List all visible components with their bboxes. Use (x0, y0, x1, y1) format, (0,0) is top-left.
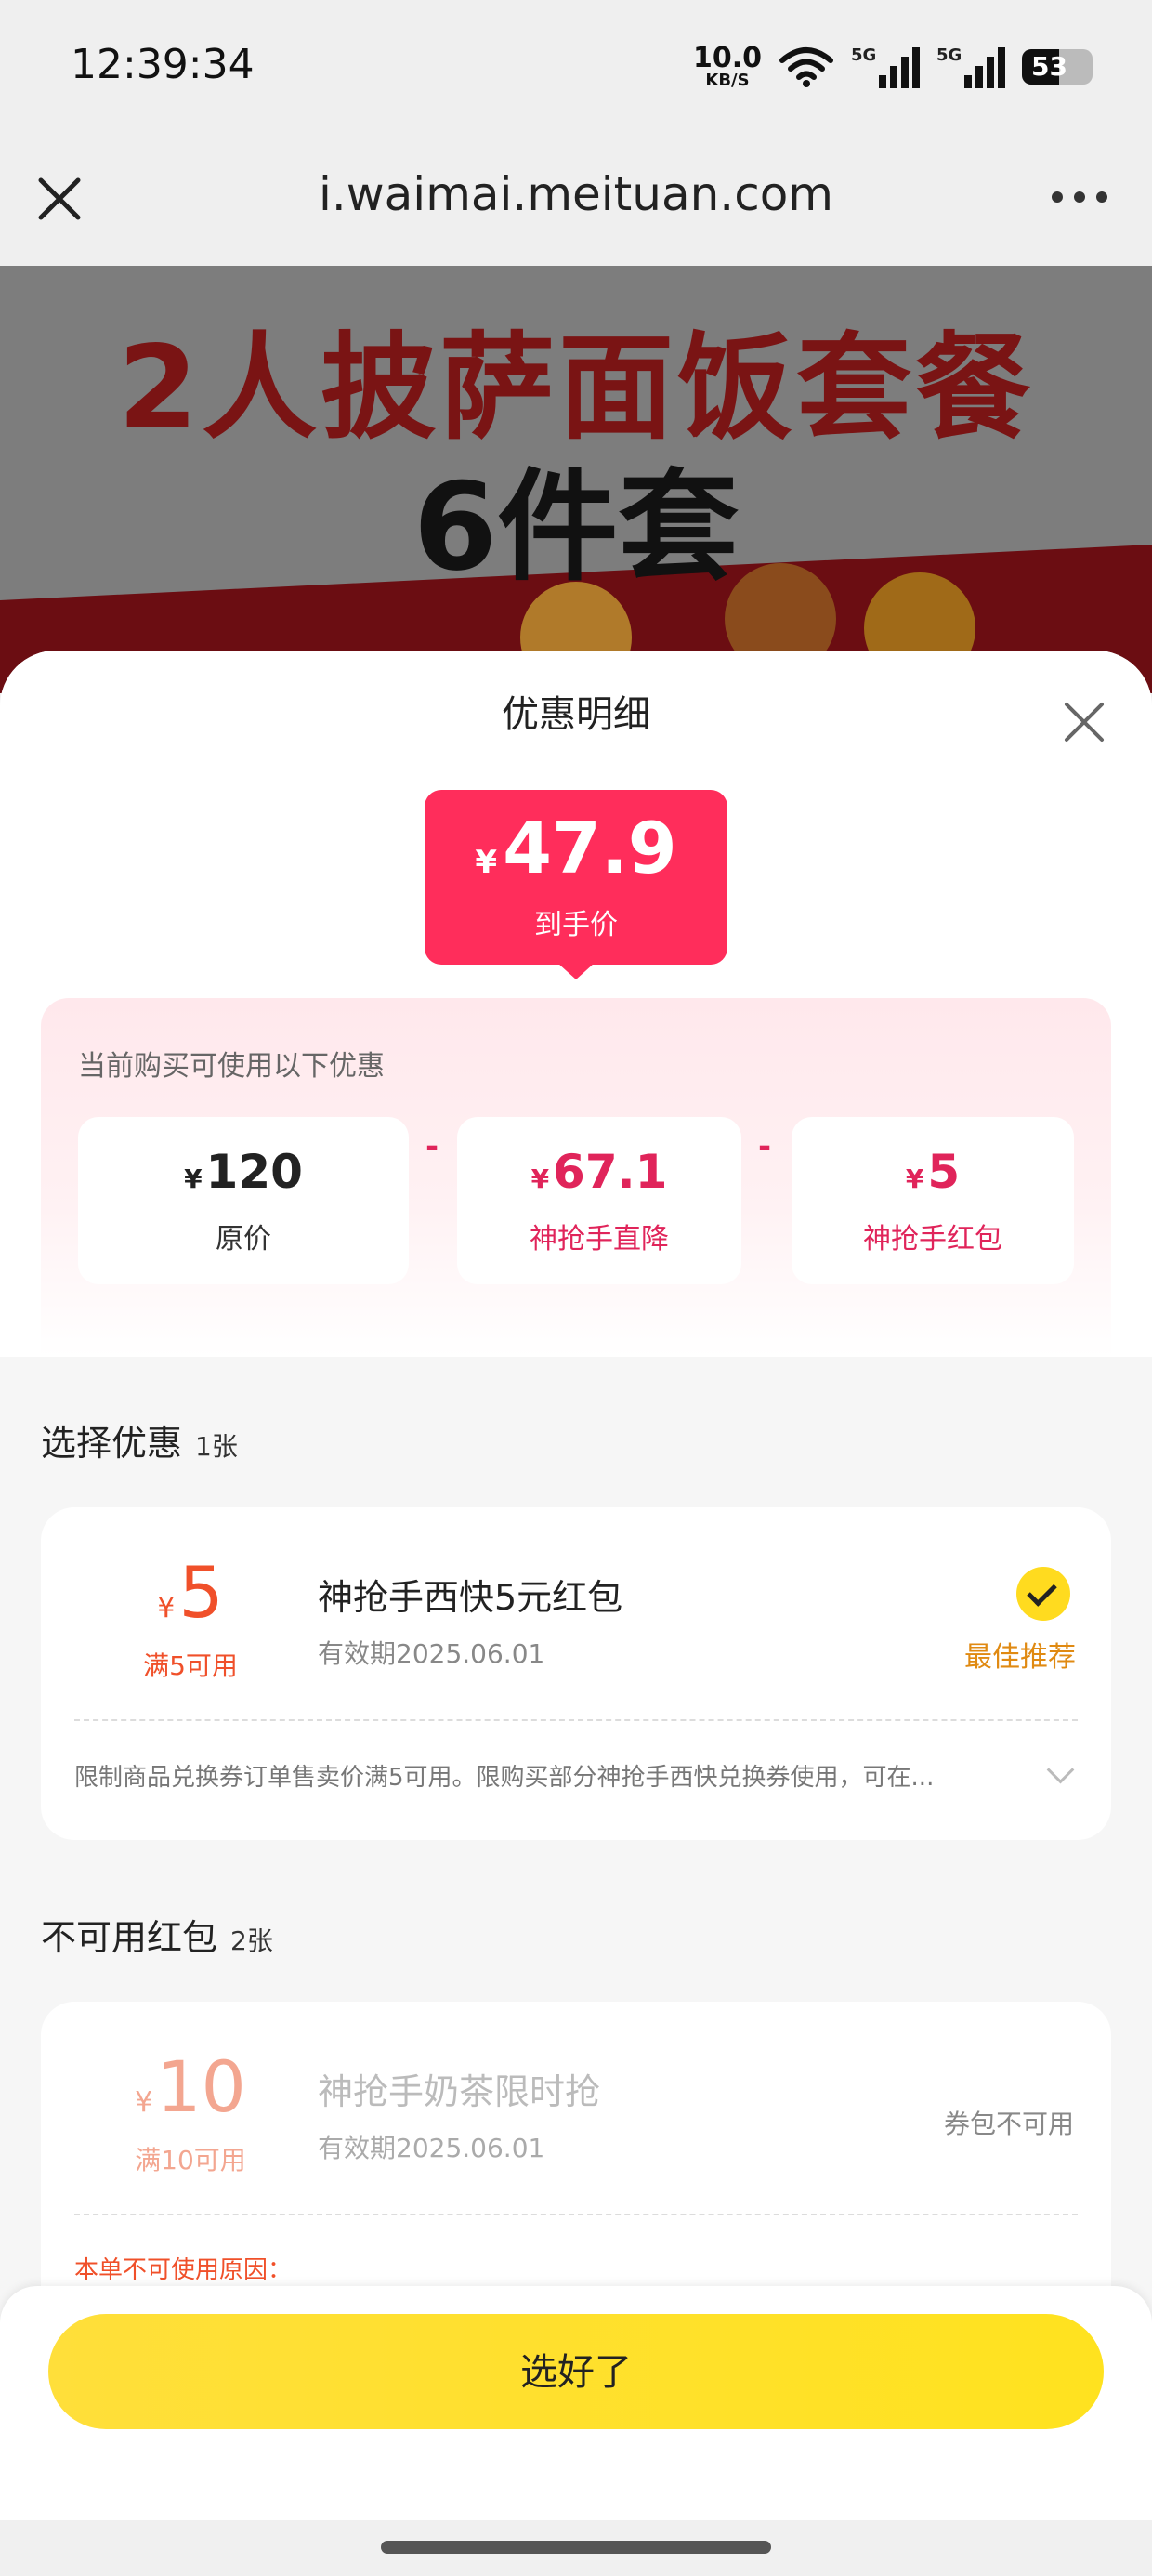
coupon-amount: ¥10 满10可用 (111, 2050, 269, 2177)
chip-amount: 5 (927, 1145, 961, 1199)
coupon-card-selected[interactable]: ¥5 满5可用 神抢手西快5元红包 有效期2025.06.01 最佳推荐 限制商… (41, 1507, 1111, 1840)
chip-value: ¥120 (78, 1145, 409, 1199)
sheet-footer: 选好了 (0, 2286, 1152, 2520)
chip-amount: 120 (205, 1145, 303, 1199)
signal-icon: 5G (936, 46, 1005, 88)
more-menu-icon[interactable] (1052, 191, 1107, 203)
status-icons: 10.0 KB/S 5G 5G 53 (693, 41, 1093, 93)
chip-label: 神抢手红包 (863, 1223, 1002, 1255)
summary-caption: 当前购买可使用以下优惠 (78, 1050, 385, 1083)
wifi-icon (779, 47, 833, 87)
divider (74, 1719, 1078, 1721)
chip-value: ¥5 (792, 1145, 1074, 1199)
coupon-name: 神抢手奶茶限时抢 (318, 2071, 601, 2112)
banner-subtitle: 6件套 (412, 456, 740, 598)
network-speed: 10.0 KB/S (693, 45, 762, 89)
network-speed-value: 10.0 (692, 42, 762, 74)
best-recommend-badge: 最佳推荐 (964, 1641, 1076, 1674)
red-packet-chip: ¥5 神抢手红包 (792, 1117, 1074, 1284)
coupon-name: 神抢手西快5元红包 (318, 1577, 623, 1618)
coupon-amount-value: 5 (178, 1551, 224, 1634)
coupon-status: 券包不可用 (943, 2109, 1074, 2139)
minus-sign: - (425, 1128, 439, 1165)
currency-symbol: ¥ (184, 1163, 203, 1194)
close-icon[interactable] (1063, 701, 1106, 743)
home-indicator[interactable] (381, 2541, 771, 2554)
chip-label: 神抢手直降 (530, 1223, 669, 1255)
coupon-condition: 满10可用 (135, 2145, 246, 2175)
status-bar: 12:39:34 10.0 KB/S 5G 5G 53 (0, 0, 1152, 139)
coupon-validity: 有效期2025.06.01 (318, 2133, 545, 2163)
unavailable-reason: 本单不可使用原因： (74, 2256, 293, 2284)
currency-symbol: ¥ (905, 1163, 924, 1194)
chip-amount: 67.1 (553, 1145, 668, 1199)
final-price-badge: ¥47.9 到手价 (425, 790, 727, 965)
coupon-amount-value: 10 (156, 2045, 246, 2128)
section-count: 2张 (230, 1925, 273, 1956)
signal-type: 5G (851, 46, 877, 65)
network-speed-unit: KB/S (705, 71, 750, 90)
original-price-chip: ¥120 原价 (78, 1117, 409, 1284)
final-price-label: 到手价 (534, 909, 618, 941)
currency-symbol: ¥ (475, 844, 498, 881)
final-price: ¥47.9 (425, 807, 727, 889)
section-count: 1张 (195, 1431, 238, 1462)
direct-discount-chip: ¥67.1 神抢手直降 (457, 1117, 741, 1284)
currency-symbol: ¥ (530, 1163, 550, 1194)
browser-toolbar: i.waimai.meituan.com (0, 139, 1152, 266)
signal-type: 5G (936, 46, 962, 65)
discount-summary: 当前购买可使用以下优惠 ¥120 原价 - ¥67.1 神抢手直降 - ¥5 神… (41, 998, 1111, 1357)
section-title: 选择优惠 (41, 1423, 183, 1464)
coupon-value: ¥10 (111, 2050, 269, 2140)
coupon-amount: ¥5 满5可用 (111, 1556, 269, 1683)
final-price-value: 47.9 (503, 807, 677, 889)
divider (74, 2214, 1078, 2215)
coupon-value: ¥5 (111, 1556, 269, 1646)
section-title: 不可用红包 (41, 1917, 218, 1958)
currency-symbol: ¥ (157, 1592, 176, 1624)
signal-icon: 5G (851, 46, 920, 88)
page-url: i.waimai.meituan.com (318, 167, 833, 221)
battery-level: 53 (1031, 51, 1067, 82)
chip-label: 原价 (216, 1223, 271, 1255)
coupon-description: 限制商品兑换券订单售卖价满5可用。限购买部分神抢手西快兑换券使用，可在... (74, 1764, 935, 1792)
currency-symbol: ¥ (135, 2086, 153, 2119)
coupon-validity: 有效期2025.06.01 (318, 1638, 545, 1669)
battery-icon: 53 (1022, 49, 1093, 85)
chevron-down-icon[interactable] (1046, 1755, 1075, 1784)
price-pointer (557, 963, 595, 979)
check-icon[interactable] (1016, 1567, 1070, 1621)
confirm-button[interactable]: 选好了 (48, 2314, 1104, 2429)
select-discount-heading: 选择优惠 1张 (41, 1414, 238, 1465)
status-time: 12:39:34 (71, 41, 255, 88)
coupon-condition: 满5可用 (143, 1650, 238, 1681)
chip-value: ¥67.1 (457, 1145, 741, 1199)
sheet-title: 优惠明细 (502, 693, 650, 736)
product-banner: 2人披萨面饭套餐 6件套 (0, 266, 1152, 693)
unavailable-heading: 不可用红包 2张 (41, 1909, 273, 1960)
minus-sign: - (758, 1128, 772, 1165)
